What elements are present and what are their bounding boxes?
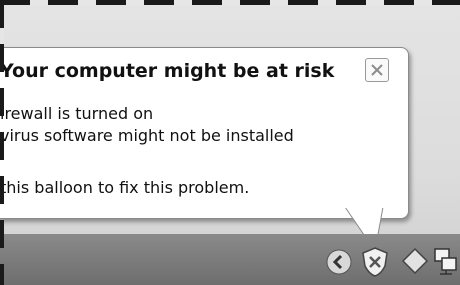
balloon-message-click-to-fix[interactable]: this balloon to fix this problem. — [0, 178, 249, 197]
crop-mark-left — [0, 0, 4, 285]
chevron-left-icon[interactable] — [325, 248, 353, 276]
balloon-message-firewall[interactable]: irewall is turned on — [0, 104, 153, 123]
close-icon — [371, 64, 383, 76]
balloon-title[interactable]: Your computer might be at risk — [0, 60, 334, 82]
diamond-icon[interactable] — [401, 247, 429, 275]
security-shield-icon[interactable] — [360, 246, 390, 278]
network-icon[interactable] — [432, 246, 460, 276]
balloon-close-button[interactable] — [365, 58, 389, 82]
taskbar — [0, 234, 460, 285]
crop-mark-top — [0, 0, 460, 5]
balloon-message-antivirus[interactable]: virus software might not be installed — [0, 126, 294, 145]
system-tray — [0, 234, 460, 285]
